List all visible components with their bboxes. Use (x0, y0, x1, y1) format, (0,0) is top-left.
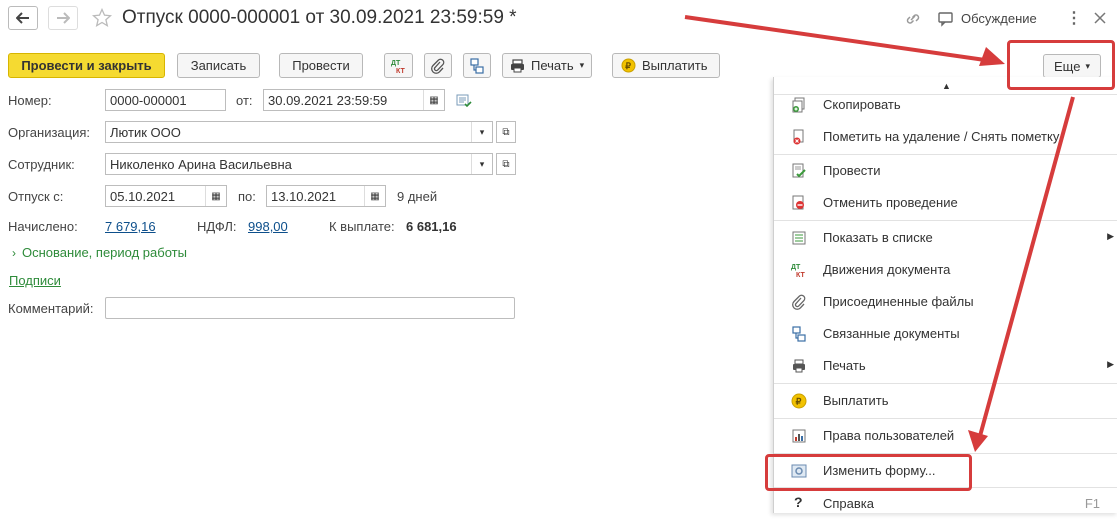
annotation-arrows (684, 15, 1075, 452)
